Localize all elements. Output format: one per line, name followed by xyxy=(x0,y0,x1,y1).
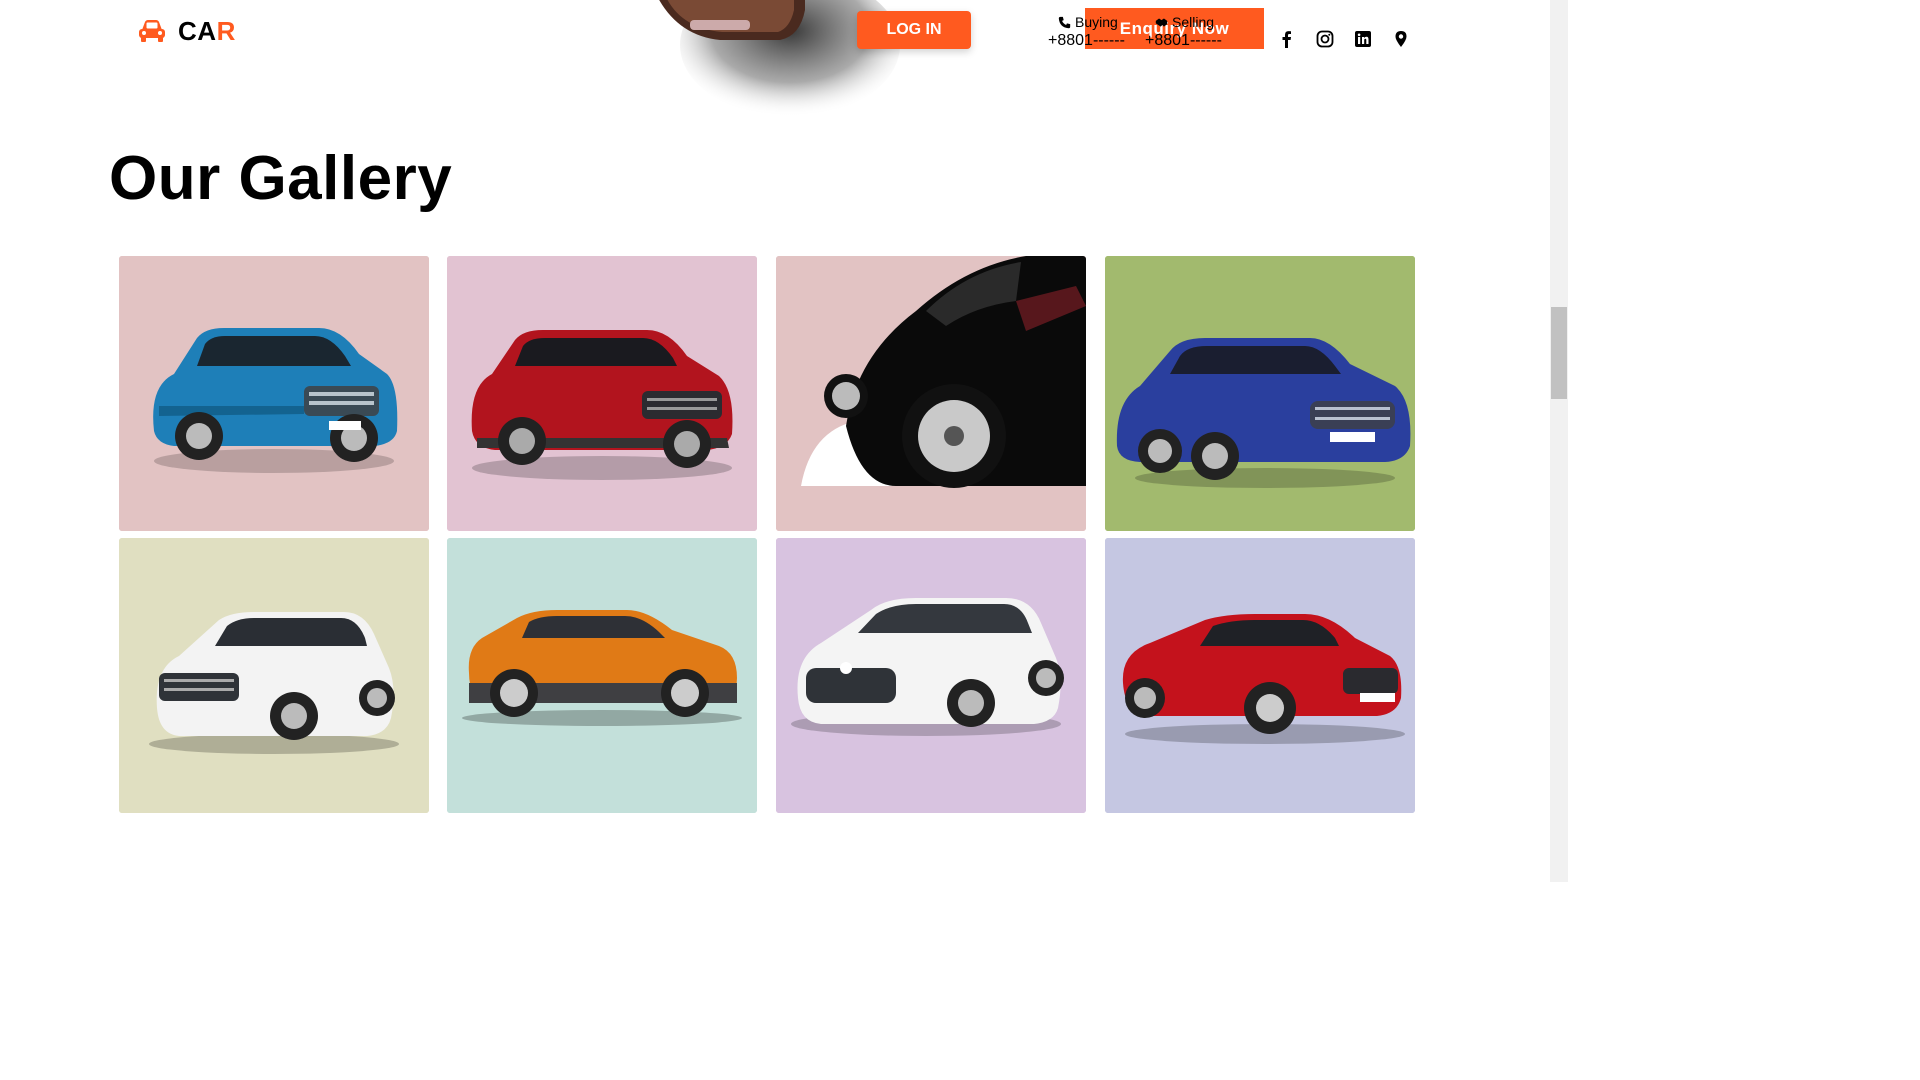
gallery-tile[interactable] xyxy=(119,538,429,813)
linkedin-icon[interactable] xyxy=(1354,29,1372,49)
scrollbar-track[interactable] xyxy=(1550,0,1568,882)
scrollbar-thumb[interactable] xyxy=(1551,307,1567,399)
gallery-tile[interactable] xyxy=(447,256,757,531)
red-coupe-image xyxy=(1105,538,1415,813)
orange-crossover-image xyxy=(447,538,757,813)
contact-number: +8801------ xyxy=(1048,31,1125,49)
gallery-tile[interactable] xyxy=(447,538,757,813)
contact-number: +8801------ xyxy=(1145,31,1222,49)
contact-label: Selling xyxy=(1172,14,1215,30)
social-links xyxy=(1278,29,1410,49)
gallery-tile[interactable] xyxy=(776,256,1086,531)
gallery-tile[interactable] xyxy=(119,256,429,531)
gallery-tile[interactable] xyxy=(1105,256,1415,531)
gallery-tile[interactable] xyxy=(1105,538,1415,813)
blue-sedan-image xyxy=(1105,256,1415,531)
gallery-title: Our Gallery xyxy=(109,144,453,213)
contact-label: Buying xyxy=(1075,14,1118,30)
logo-text: CAR xyxy=(178,16,236,46)
blue-suv-image xyxy=(119,256,429,531)
contact-selling[interactable]: Selling +8801------ xyxy=(1145,14,1222,50)
gallery-tile[interactable] xyxy=(776,538,1086,813)
handshake-icon xyxy=(1155,18,1168,27)
red-suv-image xyxy=(447,256,757,531)
black-car-closeup-image xyxy=(776,256,1086,531)
login-button[interactable]: LOG IN xyxy=(857,11,971,49)
site-logo[interactable]: CAR xyxy=(138,18,236,44)
contact-buying[interactable]: Buying +8801------ xyxy=(1048,14,1125,50)
white-sedan-image xyxy=(776,538,1086,813)
facebook-icon[interactable] xyxy=(1278,29,1296,49)
car-icon xyxy=(139,20,165,42)
location-pin-icon[interactable] xyxy=(1392,29,1410,49)
white-suv-image xyxy=(119,538,429,813)
instagram-icon[interactable] xyxy=(1316,29,1334,49)
phone-icon xyxy=(1058,16,1071,29)
